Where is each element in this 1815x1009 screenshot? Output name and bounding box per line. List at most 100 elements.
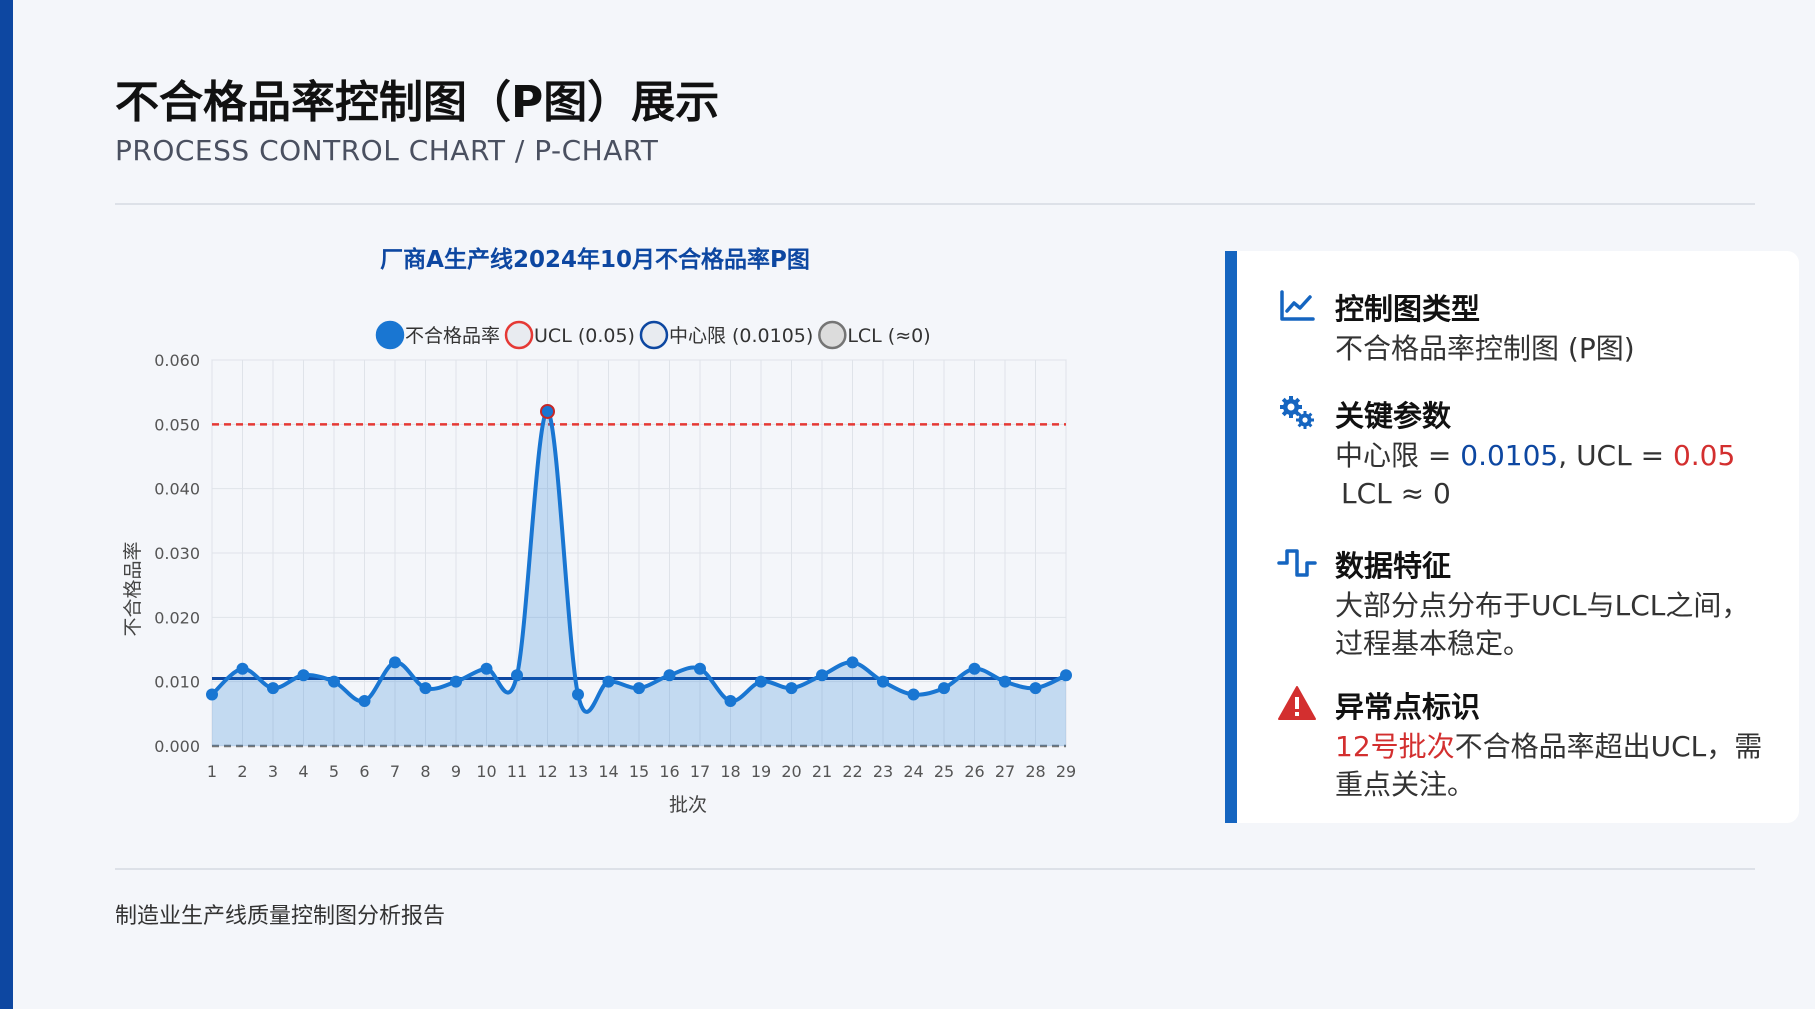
data-point — [572, 688, 584, 701]
chart-title: 厂商A生产线2024年10月不合格品率P图 — [380, 246, 810, 273]
y-tick-label: 0.020 — [154, 608, 200, 627]
ucl-label: UCL = — [1576, 439, 1673, 472]
legend-label: LCL (≈0) — [847, 325, 930, 347]
data-point — [816, 669, 828, 682]
ucl-value: 0.05 — [1672, 439, 1736, 472]
x-tick-label: 26 — [964, 762, 984, 781]
legend-label: 中心限 (0.0105) — [669, 325, 813, 347]
x-tick-label: 15 — [629, 762, 649, 781]
legend-marker — [375, 320, 405, 350]
x-tick-label: 23 — [873, 762, 893, 781]
data-point — [602, 675, 615, 688]
data-point — [358, 694, 371, 707]
x-tick-label: 3 — [268, 762, 278, 781]
data-point — [877, 675, 889, 688]
data-point — [755, 675, 767, 688]
param-separator: , — [1558, 439, 1577, 472]
x-axis-label: 批次 — [669, 794, 707, 816]
x-tick-label: 20 — [781, 762, 801, 781]
data-point — [633, 682, 645, 695]
legend-label: 不合格品率 — [405, 325, 500, 347]
data-point — [846, 656, 859, 669]
y-tick-label: 0.000 — [154, 737, 200, 756]
data-point — [480, 662, 493, 675]
legend-marker — [639, 320, 669, 350]
data-point — [968, 662, 981, 675]
x-tick-label: 5 — [329, 762, 339, 781]
footer-divider — [115, 868, 1755, 870]
info-text: 不合格品率控制图 (P图) — [1335, 332, 1635, 365]
data-point — [938, 682, 950, 695]
data-point — [907, 688, 920, 701]
line-chart-icon — [1280, 290, 1315, 321]
data-point — [389, 656, 401, 669]
data-point — [267, 682, 279, 695]
data-point — [206, 688, 218, 701]
data-point — [785, 682, 798, 695]
anomaly-point — [540, 403, 555, 419]
y-tick-label: 0.060 — [154, 351, 200, 370]
info-heading: 控制图类型 — [1335, 292, 1481, 326]
y-tick-label: 0.010 — [154, 673, 200, 692]
data-point — [694, 662, 706, 675]
info-heading: 异常点标识 — [1335, 690, 1481, 724]
x-tick-label: 4 — [298, 762, 308, 781]
data-point — [297, 669, 310, 682]
legend-label: UCL (0.05) — [534, 325, 635, 347]
warning-icon — [1278, 686, 1316, 720]
info-heading: 数据特征 — [1335, 549, 1452, 583]
x-tick-label: 8 — [420, 762, 430, 781]
anomaly-highlight: 12号批次 — [1335, 730, 1455, 763]
p-chart: 厂商A生产线2024年10月不合格品率P图 不合格品率 UCL (0.05) 中心限… — [122, 246, 1076, 816]
x-tick-label: 2 — [237, 762, 247, 781]
x-tick-label: 29 — [1056, 762, 1076, 781]
data-point — [663, 669, 676, 682]
x-tick-label: 10 — [476, 762, 496, 781]
x-tick-label: 13 — [568, 762, 588, 781]
x-tick-label: 12 — [537, 762, 557, 781]
x-tick-label: 16 — [659, 762, 679, 781]
center-value: 0.0105 — [1460, 439, 1559, 472]
data-point — [419, 682, 432, 695]
legend-marker — [504, 320, 534, 350]
data-point — [511, 669, 523, 682]
y-tick-label: 0.040 — [154, 480, 200, 499]
info-text: 12号批次不合格品率超出UCL，需重点关注。 — [1335, 728, 1775, 804]
data-point — [1060, 669, 1072, 682]
x-tick-label: 11 — [507, 762, 527, 781]
x-tick-label: 17 — [690, 762, 710, 781]
footer-text: 制造业生产线质量控制图分析报告 — [115, 904, 446, 929]
x-tick-label: 21 — [812, 762, 832, 781]
x-tick-label: 1 — [207, 762, 217, 781]
x-tick-label: 6 — [359, 762, 369, 781]
accent-bar — [0, 0, 13, 1009]
gears-icon — [1280, 396, 1314, 429]
chart-legend[interactable]: 不合格品率 UCL (0.05) 中心限 (0.0105) LCL (≈0) — [375, 320, 931, 350]
x-tick-label: 14 — [598, 762, 618, 781]
info-text: 大部分点分布于UCL与LCL之间，过程基本稳定。 — [1335, 589, 1750, 660]
lcl-text: LCL ≈ 0 — [1341, 477, 1451, 510]
x-tick-label: 25 — [934, 762, 954, 781]
info-heading: 关键参数 — [1335, 399, 1452, 433]
x-tick-label: 28 — [1025, 762, 1045, 781]
x-tick-label: 22 — [842, 762, 862, 781]
x-tick-label: 18 — [720, 762, 740, 781]
x-tick-label: 27 — [995, 762, 1015, 781]
x-tick-label: 19 — [751, 762, 771, 781]
page-title: 不合格品率控制图（P图）展示 — [115, 77, 720, 128]
page-subtitle: PROCESS CONTROL CHART / P-CHART — [115, 134, 659, 167]
data-point — [328, 675, 340, 688]
data-point — [236, 662, 249, 675]
info-panel: 控制图类型 不合格品率控制图 (P图) 关键参数 中心限 = 0.0105, U… — [1225, 251, 1799, 823]
center-label: 中心限 = — [1335, 439, 1461, 472]
y-tick-label: 0.030 — [154, 544, 200, 563]
data-point — [1029, 682, 1042, 695]
legend-marker — [818, 320, 847, 350]
x-tick-label: 9 — [451, 762, 461, 781]
x-tick-label: 24 — [903, 762, 923, 781]
y-axis-label: 不合格品率 — [122, 541, 144, 636]
data-point — [999, 675, 1011, 688]
info-text: 中心限 = 0.0105, UCL = 0.05 LCL ≈ 0 — [1335, 437, 1775, 513]
y-tick-label: 0.050 — [154, 415, 200, 434]
data-point — [724, 694, 737, 707]
